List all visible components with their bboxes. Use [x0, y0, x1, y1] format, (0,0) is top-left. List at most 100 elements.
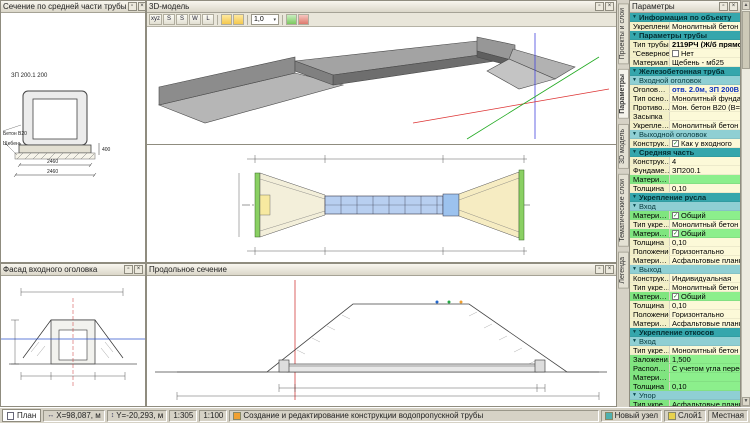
- close-button[interactable]: ×: [134, 265, 143, 274]
- collapse-arrow-icon[interactable]: ▼: [632, 329, 637, 335]
- panel-titlebar[interactable]: Фасад входного оголовка ▫ ×: [1, 264, 145, 276]
- node-indicator[interactable]: Новый узел: [601, 410, 662, 422]
- axes-button[interactable]: xyz: [149, 14, 162, 25]
- close-button[interactable]: ×: [605, 265, 614, 274]
- param-row[interactable]: Толщина0,10: [630, 301, 740, 310]
- param-row[interactable]: Тип осно…Монолитный фундамент: [630, 94, 740, 103]
- collapse-arrow-icon[interactable]: ▼: [632, 203, 637, 209]
- param-row[interactable]: Материал п…Щебень - мб25: [630, 58, 740, 67]
- panel-titlebar[interactable]: 3D-модель ▫ ×: [147, 1, 616, 13]
- param-row[interactable]: ПоложениеГоризонтально: [630, 247, 740, 256]
- panel-titlebar[interactable]: Сечение по средней части трубы ▫ ×: [1, 1, 145, 13]
- param-row[interactable]: Матери…: [630, 373, 740, 382]
- float-button[interactable]: ▫: [128, 2, 137, 11]
- layer-indicator[interactable]: Слой1: [664, 410, 706, 422]
- dock-tab-3d[interactable]: 3D модель: [618, 124, 629, 169]
- section-mode-icon[interactable]: [298, 14, 309, 25]
- collapse-arrow-icon[interactable]: ▼: [632, 266, 637, 272]
- param-section[interactable]: ▼Железобетонная труба: [630, 67, 740, 76]
- checkbox-icon[interactable]: ✓: [672, 140, 679, 147]
- close-button[interactable]: ×: [138, 2, 145, 11]
- param-row[interactable]: Матери…: [630, 175, 740, 184]
- param-row[interactable]: Тип трубы2119РЧ (Ж/б прямоугольные): [630, 40, 740, 49]
- collapse-arrow-icon[interactable]: ▼: [632, 77, 637, 83]
- scroll-down-icon[interactable]: ▼: [742, 397, 750, 406]
- shade2-button[interactable]: S: [176, 14, 188, 25]
- scroll-track[interactable]: [742, 10, 750, 397]
- light-button[interactable]: L: [202, 14, 214, 25]
- param-row[interactable]: Тип укре…Монолитный бетон (отв. 2.0м): [630, 346, 740, 355]
- param-section[interactable]: ▼Средняя часть: [630, 148, 740, 157]
- param-row[interactable]: Тип укре…Монолитный бетон (отв. 2.0м): [630, 220, 740, 229]
- param-row[interactable]: Оголов…отв. 2.0м, ЗП 200В (ср. часть ЗП …: [630, 85, 740, 94]
- param-section[interactable]: ▼Упор: [630, 391, 740, 400]
- param-row[interactable]: Противо…Мон. бетон В20 (В=2.26м, для ЗП …: [630, 103, 740, 112]
- param-row[interactable]: Распол…С учетом угла пересечения с осью …: [630, 364, 740, 373]
- dock-tab-projects[interactable]: Проекты и слои: [618, 3, 629, 64]
- dock-tab-thematic[interactable]: Тематические слои: [618, 174, 629, 247]
- param-section[interactable]: ▼Информация по объекту: [630, 13, 740, 22]
- shade-button[interactable]: S: [163, 14, 175, 25]
- param-row[interactable]: Матери…Асфальтовые планки - СМН_106: [630, 319, 740, 328]
- param-section[interactable]: ▼Укрепление откосов: [630, 328, 740, 337]
- collapse-arrow-icon[interactable]: ▼: [632, 68, 637, 74]
- render-mode-icon[interactable]: [286, 14, 297, 25]
- dock-tab-parameters[interactable]: Параметры: [618, 69, 629, 119]
- param-section[interactable]: ▼Выходной оголовок: [630, 130, 740, 139]
- param-section[interactable]: ▼Входной оголовок: [630, 76, 740, 85]
- param-row[interactable]: Тип укре…Монолитный бетон (отв. 2.0м): [630, 283, 740, 292]
- param-row[interactable]: Фундаме…ЗП200.1: [630, 166, 740, 175]
- param-row[interactable]: Конструк…4: [630, 157, 740, 166]
- param-scrollbar[interactable]: ▲ ▼: [741, 0, 750, 407]
- longitudinal-canvas[interactable]: [147, 276, 616, 406]
- param-row[interactable]: Матери…Асфальтовые планки - СМН_106: [630, 256, 740, 265]
- textures-icon[interactable]: [233, 14, 244, 25]
- layers-icon[interactable]: [221, 14, 232, 25]
- param-row[interactable]: ПоложениеГоризонтально: [630, 310, 740, 319]
- param-section[interactable]: ▼Вход: [630, 337, 740, 346]
- close-button[interactable]: ×: [729, 2, 738, 11]
- param-row[interactable]: Толщина0,10: [630, 184, 740, 193]
- close-button[interactable]: ×: [605, 2, 614, 11]
- scroll-thumb[interactable]: [742, 11, 750, 69]
- panel-titlebar[interactable]: Продольное сечение ▫ ×: [147, 264, 616, 276]
- coord-system-indicator[interactable]: Местная: [708, 410, 748, 422]
- panel-titlebar[interactable]: Параметры ▫ ×: [630, 1, 740, 13]
- param-row[interactable]: Толщина0,10: [630, 382, 740, 391]
- collapse-arrow-icon[interactable]: ▼: [632, 392, 637, 398]
- param-row[interactable]: Толщина0,10: [630, 238, 740, 247]
- checkbox-icon[interactable]: ✓: [672, 212, 679, 219]
- param-row[interactable]: Матери…✓Общий: [630, 292, 740, 301]
- float-button[interactable]: ▫: [124, 265, 133, 274]
- param-row[interactable]: Конструк…✓Как у входного: [630, 139, 740, 148]
- param-row[interactable]: "Северное…Нет: [630, 49, 740, 58]
- section-canvas[interactable]: ЗП 200.1 200 Бетон В20 Щебень 2460 2460 …: [1, 13, 145, 262]
- param-section[interactable]: ▼Укрепление русла: [630, 193, 740, 202]
- param-row[interactable]: Тип укре…Асфальтовые планки - СМН_106: [630, 400, 740, 406]
- param-section[interactable]: ▼Параметры трубы: [630, 31, 740, 40]
- float-button[interactable]: ▫: [595, 2, 604, 11]
- param-section[interactable]: ▼Выход: [630, 265, 740, 274]
- param-row[interactable]: Укреплени…Монолитный бетон (отв. 2.0м) -…: [630, 22, 740, 31]
- collapse-arrow-icon[interactable]: ▼: [632, 131, 637, 137]
- zoom-combo[interactable]: 1,0 ▾: [251, 14, 279, 25]
- param-row[interactable]: Укрепле…Монолитный бетон: [630, 121, 740, 130]
- param-row[interactable]: Засыпка: [630, 112, 740, 121]
- param-row[interactable]: Матери…✓Общий: [630, 211, 740, 220]
- scroll-up-icon[interactable]: ▲: [742, 1, 750, 10]
- float-button[interactable]: ▫: [595, 265, 604, 274]
- collapse-arrow-icon[interactable]: ▼: [632, 32, 637, 38]
- collapse-arrow-icon[interactable]: ▼: [632, 338, 637, 344]
- float-button[interactable]: ▫: [719, 2, 728, 11]
- param-row[interactable]: Заложени…1,500: [630, 355, 740, 364]
- checkbox-icon[interactable]: [672, 50, 679, 57]
- wireframe-button[interactable]: W: [189, 14, 201, 25]
- scale-vertical[interactable]: 1:100: [199, 410, 227, 422]
- checkbox-icon[interactable]: ✓: [672, 293, 679, 300]
- collapse-arrow-icon[interactable]: ▼: [632, 194, 637, 200]
- collapse-arrow-icon[interactable]: ▼: [632, 149, 637, 155]
- param-section[interactable]: ▼Вход: [630, 202, 740, 211]
- param-row[interactable]: Конструк…Индивидуальная: [630, 274, 740, 283]
- facade-canvas[interactable]: [1, 276, 145, 406]
- 3d-viewport[interactable]: [147, 27, 616, 144]
